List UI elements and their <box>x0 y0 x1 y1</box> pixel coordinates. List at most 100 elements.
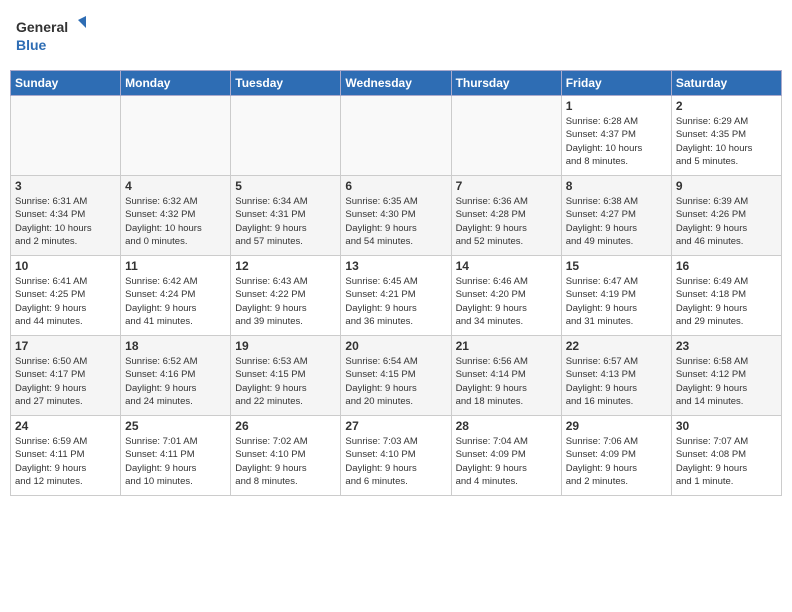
calendar-cell: 7 Sunrise: 6:36 AM Sunset: 4:28 PM Daylig… <box>451 176 561 256</box>
day-info: Sunrise: 7:04 AM Sunset: 4:09 PM Dayligh… <box>456 435 557 488</box>
day-info: Sunrise: 6:29 AM Sunset: 4:35 PM Dayligh… <box>676 115 777 168</box>
day-info: Sunrise: 6:49 AM Sunset: 4:18 PM Dayligh… <box>676 275 777 328</box>
calendar-cell: 19 Sunrise: 6:53 AM Sunset: 4:15 PM Dayli… <box>231 336 341 416</box>
day-info: Sunrise: 6:58 AM Sunset: 4:12 PM Dayligh… <box>676 355 777 408</box>
day-info: Sunrise: 6:57 AM Sunset: 4:13 PM Dayligh… <box>566 355 667 408</box>
day-info: Sunrise: 6:42 AM Sunset: 4:24 PM Dayligh… <box>125 275 226 328</box>
calendar-cell: 13Sunrise: 6:45 AM Sunset: 4:21 PM Dayli… <box>341 256 451 336</box>
day-number: 10 <box>15 259 116 273</box>
calendar-cell: 20 Sunrise: 6:54 AM Sunset: 4:15 PM Dayli… <box>341 336 451 416</box>
calendar-cell: 23 Sunrise: 6:58 AM Sunset: 4:12 PM Dayli… <box>671 336 781 416</box>
day-info: Sunrise: 6:36 AM Sunset: 4:28 PM Dayligh… <box>456 195 557 248</box>
weekday-header-sunday: Sunday <box>11 71 121 96</box>
weekday-header-friday: Friday <box>561 71 671 96</box>
day-number: 20 <box>345 339 446 353</box>
day-info: Sunrise: 6:35 AM Sunset: 4:30 PM Dayligh… <box>345 195 446 248</box>
logo-svg: General Blue <box>16 14 86 58</box>
svg-text:Blue: Blue <box>16 37 47 53</box>
day-info: Sunrise: 6:41 AM Sunset: 4:25 PM Dayligh… <box>15 275 116 328</box>
day-number: 22 <box>566 339 667 353</box>
day-number: 5 <box>235 179 336 193</box>
calendar-cell: 14Sunrise: 6:46 AM Sunset: 4:20 PM Dayli… <box>451 256 561 336</box>
day-number: 27 <box>345 419 446 433</box>
day-number: 26 <box>235 419 336 433</box>
day-number: 15 <box>566 259 667 273</box>
calendar-cell: 17Sunrise: 6:50 AM Sunset: 4:17 PM Dayli… <box>11 336 121 416</box>
calendar-cell: 25 Sunrise: 7:01 AM Sunset: 4:11 PM Dayli… <box>121 416 231 496</box>
calendar-cell: 26 Sunrise: 7:02 AM Sunset: 4:10 PM Dayli… <box>231 416 341 496</box>
weekday-header-thursday: Thursday <box>451 71 561 96</box>
calendar-cell: 4 Sunrise: 6:32 AM Sunset: 4:32 PM Daylig… <box>121 176 231 256</box>
day-info: Sunrise: 6:56 AM Sunset: 4:14 PM Dayligh… <box>456 355 557 408</box>
calendar-cell <box>341 96 451 176</box>
day-info: Sunrise: 6:45 AM Sunset: 4:21 PM Dayligh… <box>345 275 446 328</box>
day-info: Sunrise: 6:38 AM Sunset: 4:27 PM Dayligh… <box>566 195 667 248</box>
calendar-cell: 8 Sunrise: 6:38 AM Sunset: 4:27 PM Daylig… <box>561 176 671 256</box>
day-number: 23 <box>676 339 777 353</box>
day-info: Sunrise: 6:32 AM Sunset: 4:32 PM Dayligh… <box>125 195 226 248</box>
calendar-cell <box>11 96 121 176</box>
day-info: Sunrise: 6:52 AM Sunset: 4:16 PM Dayligh… <box>125 355 226 408</box>
calendar-cell: 3 Sunrise: 6:31 AM Sunset: 4:34 PM Daylig… <box>11 176 121 256</box>
day-info: Sunrise: 6:34 AM Sunset: 4:31 PM Dayligh… <box>235 195 336 248</box>
calendar-cell: 5 Sunrise: 6:34 AM Sunset: 4:31 PM Daylig… <box>231 176 341 256</box>
calendar-cell: 27Sunrise: 7:03 AM Sunset: 4:10 PM Dayli… <box>341 416 451 496</box>
calendar-cell: 18Sunrise: 6:52 AM Sunset: 4:16 PM Dayli… <box>121 336 231 416</box>
day-number: 11 <box>125 259 226 273</box>
day-info: Sunrise: 6:43 AM Sunset: 4:22 PM Dayligh… <box>235 275 336 328</box>
calendar-week-5: 24Sunrise: 6:59 AM Sunset: 4:11 PM Dayli… <box>11 416 782 496</box>
calendar-cell: 2 Sunrise: 6:29 AM Sunset: 4:35 PM Daylig… <box>671 96 781 176</box>
day-info: Sunrise: 7:02 AM Sunset: 4:10 PM Dayligh… <box>235 435 336 488</box>
logo: General Blue <box>16 14 86 58</box>
day-number: 9 <box>676 179 777 193</box>
day-info: Sunrise: 6:53 AM Sunset: 4:15 PM Dayligh… <box>235 355 336 408</box>
calendar-cell: 11 Sunrise: 6:42 AM Sunset: 4:24 PM Dayli… <box>121 256 231 336</box>
weekday-header-saturday: Saturday <box>671 71 781 96</box>
calendar-week-3: 10 Sunrise: 6:41 AM Sunset: 4:25 PM Dayli… <box>11 256 782 336</box>
day-number: 30 <box>676 419 777 433</box>
day-info: Sunrise: 6:47 AM Sunset: 4:19 PM Dayligh… <box>566 275 667 328</box>
day-number: 3 <box>15 179 116 193</box>
calendar-cell: 29 Sunrise: 7:06 AM Sunset: 4:09 PM Dayli… <box>561 416 671 496</box>
day-number: 16 <box>676 259 777 273</box>
day-info: Sunrise: 6:46 AM Sunset: 4:20 PM Dayligh… <box>456 275 557 328</box>
day-info: Sunrise: 6:28 AM Sunset: 4:37 PM Dayligh… <box>566 115 667 168</box>
calendar-cell: 30 Sunrise: 7:07 AM Sunset: 4:08 PM Dayli… <box>671 416 781 496</box>
day-number: 4 <box>125 179 226 193</box>
calendar-cell: 1 Sunrise: 6:28 AM Sunset: 4:37 PM Daylig… <box>561 96 671 176</box>
calendar-cell <box>121 96 231 176</box>
calendar-week-4: 17Sunrise: 6:50 AM Sunset: 4:17 PM Dayli… <box>11 336 782 416</box>
day-info: Sunrise: 6:54 AM Sunset: 4:15 PM Dayligh… <box>345 355 446 408</box>
day-number: 21 <box>456 339 557 353</box>
calendar-cell: 24Sunrise: 6:59 AM Sunset: 4:11 PM Dayli… <box>11 416 121 496</box>
day-info: Sunrise: 7:01 AM Sunset: 4:11 PM Dayligh… <box>125 435 226 488</box>
calendar-cell <box>231 96 341 176</box>
weekday-header-monday: Monday <box>121 71 231 96</box>
day-number: 24 <box>15 419 116 433</box>
day-info: Sunrise: 7:07 AM Sunset: 4:08 PM Dayligh… <box>676 435 777 488</box>
day-number: 29 <box>566 419 667 433</box>
calendar-cell: 15 Sunrise: 6:47 AM Sunset: 4:19 PM Dayli… <box>561 256 671 336</box>
calendar-cell: 16 Sunrise: 6:49 AM Sunset: 4:18 PM Dayli… <box>671 256 781 336</box>
calendar-cell: 6Sunrise: 6:35 AM Sunset: 4:30 PM Daylig… <box>341 176 451 256</box>
calendar-week-1: 1 Sunrise: 6:28 AM Sunset: 4:37 PM Daylig… <box>11 96 782 176</box>
day-number: 7 <box>456 179 557 193</box>
weekday-header-tuesday: Tuesday <box>231 71 341 96</box>
day-number: 28 <box>456 419 557 433</box>
day-number: 8 <box>566 179 667 193</box>
svg-text:General: General <box>16 19 68 35</box>
day-info: Sunrise: 6:39 AM Sunset: 4:26 PM Dayligh… <box>676 195 777 248</box>
calendar-cell: 9 Sunrise: 6:39 AM Sunset: 4:26 PM Daylig… <box>671 176 781 256</box>
day-info: Sunrise: 7:06 AM Sunset: 4:09 PM Dayligh… <box>566 435 667 488</box>
calendar-cell: 22 Sunrise: 6:57 AM Sunset: 4:13 PM Dayli… <box>561 336 671 416</box>
day-number: 2 <box>676 99 777 113</box>
day-number: 25 <box>125 419 226 433</box>
day-info: Sunrise: 6:50 AM Sunset: 4:17 PM Dayligh… <box>15 355 116 408</box>
calendar-cell: 28 Sunrise: 7:04 AM Sunset: 4:09 PM Dayli… <box>451 416 561 496</box>
calendar-cell: 10 Sunrise: 6:41 AM Sunset: 4:25 PM Dayli… <box>11 256 121 336</box>
day-number: 12 <box>235 259 336 273</box>
day-number: 1 <box>566 99 667 113</box>
day-number: 19 <box>235 339 336 353</box>
header: General Blue <box>10 10 782 62</box>
day-info: Sunrise: 6:31 AM Sunset: 4:34 PM Dayligh… <box>15 195 116 248</box>
